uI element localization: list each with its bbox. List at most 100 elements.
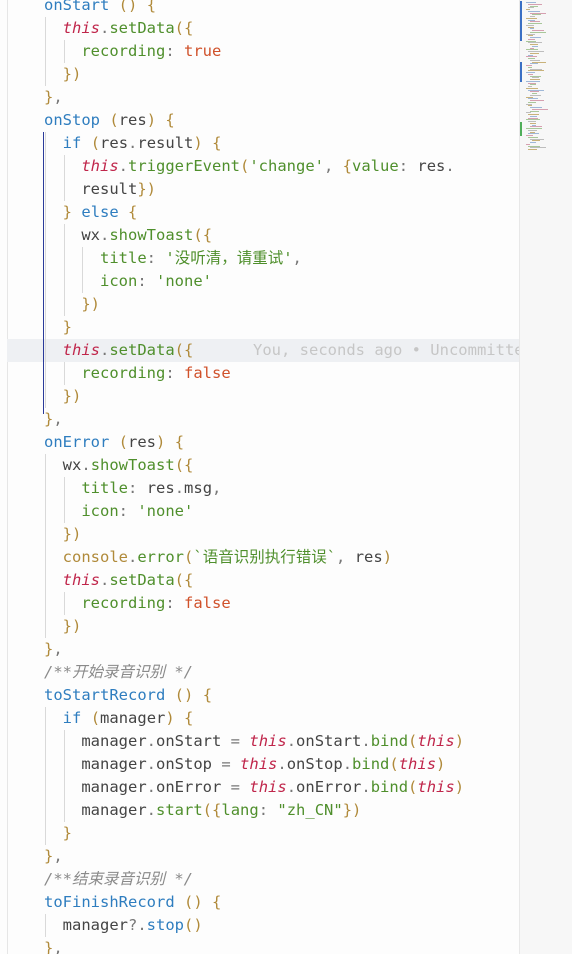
minimap-change-marker bbox=[520, 1, 522, 41]
code-line[interactable]: /**结束录音识别 */ bbox=[0, 868, 519, 891]
indent-guide bbox=[45, 730, 46, 753]
indent-guide bbox=[45, 40, 46, 63]
indent-guide bbox=[45, 707, 46, 730]
code-line[interactable]: }, bbox=[0, 86, 519, 109]
code-line[interactable]: icon: 'none' bbox=[0, 500, 519, 523]
code-line[interactable]: }, bbox=[0, 937, 519, 954]
code-line[interactable]: }) bbox=[0, 615, 519, 638]
code-line[interactable]: onStart () { bbox=[0, 0, 519, 17]
indent-guide bbox=[63, 592, 65, 615]
code-line-text: }) bbox=[62, 65, 82, 83]
indent-guide bbox=[45, 63, 46, 86]
code-line-text: wx.showToast({ bbox=[81, 226, 213, 244]
code-line-text: wx.showToast({ bbox=[62, 456, 194, 474]
code-line-text: manager.onError = this.onError.bind(this… bbox=[81, 778, 465, 796]
code-line[interactable]: onStop (res) { bbox=[0, 109, 519, 132]
code-line[interactable]: title: res.msg, bbox=[0, 477, 519, 500]
code-line[interactable]: /**开始录音识别 */ bbox=[0, 661, 519, 684]
code-line[interactable]: } else { bbox=[0, 201, 519, 224]
code-line[interactable]: } bbox=[0, 316, 519, 339]
code-line-text: this.setData({ bbox=[62, 19, 194, 37]
code-line[interactable]: }, bbox=[0, 638, 519, 661]
code-line[interactable]: }) bbox=[0, 385, 519, 408]
code-line-text: manager.onStart = this.onStart.bind(this… bbox=[81, 732, 465, 750]
code-line[interactable]: if (manager) { bbox=[0, 707, 519, 730]
code-line-text: }, bbox=[44, 88, 63, 106]
indent-guide bbox=[45, 500, 46, 523]
indent-guide bbox=[63, 362, 65, 385]
code-line-text: toStartRecord () { bbox=[44, 686, 213, 704]
code-line-text: }) bbox=[62, 387, 82, 405]
indent-guide bbox=[45, 247, 46, 270]
code-line-text: this.setData({ bbox=[62, 571, 194, 589]
code-line[interactable]: recording: true bbox=[0, 40, 519, 63]
minimap[interactable] bbox=[519, 0, 572, 954]
code-line[interactable]: manager.onStart = this.onStart.bind(this… bbox=[0, 730, 519, 753]
code-editor[interactable]: onStart () { this.setData({ recording: t… bbox=[0, 0, 519, 954]
code-line[interactable]: }, bbox=[0, 845, 519, 868]
code-line[interactable]: wx.showToast({ bbox=[0, 224, 519, 247]
code-line[interactable]: title: '没听清，请重试', bbox=[0, 247, 519, 270]
indent-guide bbox=[45, 385, 46, 408]
minimap-line bbox=[530, 110, 539, 112]
indent-guide bbox=[63, 247, 65, 270]
minimap-line bbox=[530, 142, 536, 143]
code-line[interactable]: this.setData({ bbox=[0, 569, 519, 592]
indent-guide bbox=[45, 546, 46, 569]
code-line[interactable]: wx.showToast({ bbox=[0, 454, 519, 477]
code-line[interactable]: this.setData({ bbox=[0, 17, 519, 40]
code-line-text: result}) bbox=[81, 180, 157, 198]
code-line-text: }, bbox=[44, 640, 63, 658]
code-line[interactable]: toFinishRecord () { bbox=[0, 891, 519, 914]
code-line-text: recording: false bbox=[81, 594, 231, 612]
indent-guide bbox=[63, 730, 65, 753]
code-line[interactable]: this.triggerEvent('change', {value: res. bbox=[0, 155, 519, 178]
code-line[interactable]: manager.onStop = this.onStop.bind(this) bbox=[0, 753, 519, 776]
indent-guide bbox=[63, 776, 65, 799]
code-line[interactable]: if (res.result) { bbox=[0, 132, 519, 155]
code-line[interactable]: }) bbox=[0, 523, 519, 546]
code-line[interactable]: } bbox=[0, 822, 519, 845]
indent-guide bbox=[63, 178, 65, 201]
code-line[interactable]: result}) bbox=[0, 178, 519, 201]
code-line-text: }, bbox=[44, 847, 63, 865]
current-code-line[interactable]: this.setData({You, seconds ago • Uncommi… bbox=[7, 339, 519, 362]
minimap-change-marker bbox=[520, 122, 522, 136]
code-line[interactable]: recording: false bbox=[0, 592, 519, 615]
indent-guide bbox=[45, 270, 46, 293]
indent-guide bbox=[63, 155, 65, 178]
indent-guide bbox=[45, 822, 46, 845]
code-line-text: } bbox=[62, 824, 73, 842]
indent-guide bbox=[45, 316, 46, 339]
code-line-text: console.error(`语音识别执行错误`, res) bbox=[62, 548, 393, 566]
minimap-line bbox=[528, 149, 537, 150]
indent-guide bbox=[63, 477, 65, 500]
code-line[interactable]: }) bbox=[0, 293, 519, 316]
code-line[interactable]: recording: false bbox=[0, 362, 519, 385]
code-line[interactable]: manager.onError = this.onError.bind(this… bbox=[0, 776, 519, 799]
indent-guide bbox=[45, 914, 46, 937]
code-line-text: toFinishRecord () { bbox=[44, 893, 222, 911]
indent-guide bbox=[45, 753, 46, 776]
indent-guide bbox=[45, 155, 46, 178]
code-line-text: onError (res) { bbox=[44, 433, 185, 451]
code-line-text: if (res.result) { bbox=[62, 134, 222, 152]
code-line[interactable]: manager?.stop() bbox=[0, 914, 519, 937]
code-line-text: this.triggerEvent('change', {value: res. bbox=[81, 157, 455, 175]
code-line[interactable]: onError (res) { bbox=[0, 431, 519, 454]
code-line-text: icon: 'none' bbox=[81, 502, 194, 520]
code-line-text: manager.start({lang: "zh_CN"}) bbox=[81, 801, 362, 819]
indent-guide bbox=[45, 17, 46, 40]
code-line-text: }, bbox=[44, 410, 63, 428]
code-line[interactable]: icon: 'none' bbox=[0, 270, 519, 293]
code-line[interactable]: }) bbox=[0, 63, 519, 86]
code-line[interactable]: console.error(`语音识别执行错误`, res) bbox=[0, 546, 519, 569]
code-line[interactable]: manager.start({lang: "zh_CN"}) bbox=[0, 799, 519, 822]
code-line[interactable]: toStartRecord () { bbox=[0, 684, 519, 707]
code-line[interactable]: }, bbox=[0, 408, 519, 431]
code-line-text: icon: 'none' bbox=[100, 272, 213, 290]
indent-guide bbox=[63, 270, 65, 293]
code-line-text: }) bbox=[62, 525, 82, 543]
indent-guide bbox=[45, 362, 46, 385]
code-line-text: recording: false bbox=[81, 364, 231, 382]
